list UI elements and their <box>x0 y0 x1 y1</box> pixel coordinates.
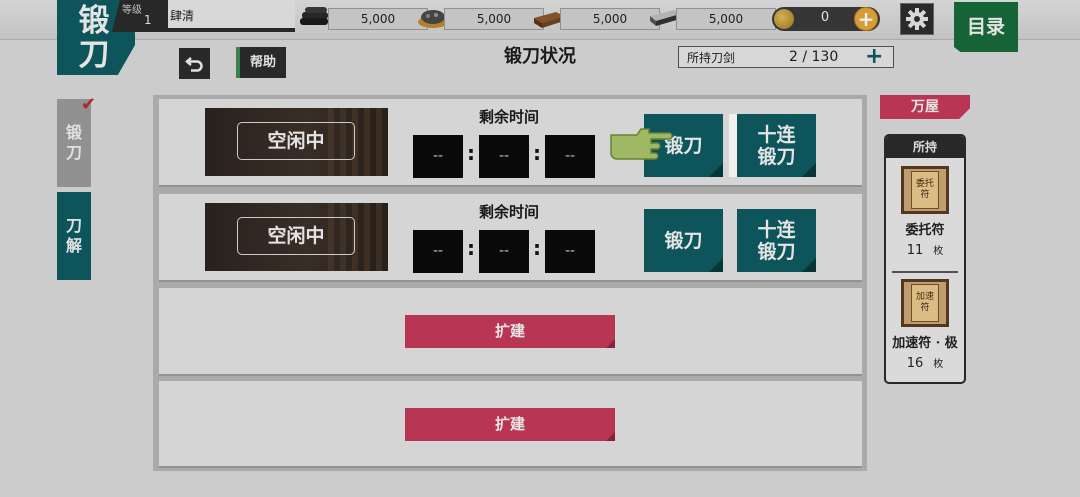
forge-button[interactable]: 锻刀 <box>644 209 723 272</box>
resource-charcoal-value: 5,000 <box>360 12 396 26</box>
slot-status: 空闲中 <box>237 122 355 160</box>
screen-title: 锻刀 <box>78 2 110 73</box>
item-name: 委托符 <box>905 223 945 238</box>
timer-seconds: -- <box>545 135 595 178</box>
speedup-charm-icon: 加速符 <box>901 279 949 327</box>
slot-status: 空闲中 <box>237 217 355 255</box>
item-count-unit: 枚 <box>933 359 944 370</box>
forge-slots-panel: 空闲中 剩余时间 -- : -- : -- 锻刀 十连锻刀 空闲中 剩余时间 -… <box>153 95 867 471</box>
tab-dismantle[interactable]: 刀解 <box>57 192 91 280</box>
tab-dismantle-label: 刀解 <box>65 216 82 255</box>
item-count-value: 11 <box>906 243 924 258</box>
remaining-time-label: 剩余时间 <box>478 108 539 126</box>
timer-separator: : <box>467 141 475 165</box>
remaining-time-label: 剩余时间 <box>478 203 539 221</box>
timer-hours: -- <box>413 230 463 273</box>
exp-bar <box>150 28 295 32</box>
forge-slot: 空闲中 剩余时间 -- : -- : -- 锻刀 十连锻刀 <box>159 99 862 187</box>
resource-charcoal: 5,000 <box>328 8 428 30</box>
help-button[interactable]: 帮助 <box>236 47 286 78</box>
tab-forge-label: 锻刀 <box>65 123 82 162</box>
owned-swords-value: 2 / 130 <box>789 49 839 65</box>
locked-forge-slot: 扩建 <box>159 288 862 376</box>
resource-tamahagane-value: 5,000 <box>476 12 512 26</box>
forge-ten-button-label: 十连锻刀 <box>757 218 796 263</box>
inventory-item: 委托符 委托符 11 枚 <box>886 166 964 258</box>
forge-ten-button[interactable]: 十连锻刀 <box>737 114 816 177</box>
item-count: 16 枚 <box>886 355 964 371</box>
timer-minutes: -- <box>479 135 529 178</box>
menu-button[interactable]: 目录 <box>954 2 1018 52</box>
resource-whetstone: 5,000 <box>676 8 776 30</box>
item-count-unit: 枚 <box>933 246 944 257</box>
expand-slot-button[interactable]: 扩建 <box>405 408 615 441</box>
resource-cooling-material: 5,000 <box>560 8 660 30</box>
owned-swords-label: 所持刀剑 <box>687 51 736 65</box>
inventory-header: 所持 <box>886 136 964 158</box>
gear-icon <box>906 8 928 30</box>
coin-icon <box>774 9 794 29</box>
token-text: 委托符 <box>911 171 939 209</box>
item-name: 加速符 · 极 <box>892 336 958 351</box>
timer-separator: : <box>533 236 541 260</box>
resource-cooling-material-value: 5,000 <box>592 12 628 26</box>
settings-button[interactable] <box>900 3 934 35</box>
checkmark-icon: ✔ <box>81 94 97 115</box>
page-title: 锻刀状况 <box>504 46 576 67</box>
shop-button[interactable]: 万屋 <box>880 95 970 119</box>
back-button[interactable] <box>179 48 210 79</box>
level-value: 1 <box>144 13 152 27</box>
owned-swords-counter: 所持刀剑 2 / 130 + <box>678 44 894 69</box>
resource-tamahagane: 5,000 <box>444 8 544 30</box>
timer-seconds: -- <box>545 230 595 273</box>
timer-separator: : <box>533 141 541 165</box>
item-count: 11 枚 <box>886 242 964 258</box>
forge-button-label: 锻刀 <box>664 229 703 252</box>
expand-slot-button[interactable]: 扩建 <box>405 315 615 348</box>
inventory-panel: 所持 委托符 委托符 11 枚 加速符 加速符 · 极 16 枚 <box>884 134 966 384</box>
inventory-item: 加速符 加速符 · 极 16 枚 <box>886 279 964 371</box>
resource-whetstone-value: 5,000 <box>708 12 744 26</box>
locked-forge-slot: 扩建 <box>159 381 862 468</box>
forge-slot-image: 空闲中 <box>205 203 388 271</box>
token-text: 加速符 <box>911 284 939 322</box>
pointing-hand-icon <box>610 128 673 160</box>
commission-charm-icon: 委托符 <box>901 166 949 214</box>
forge-ten-button[interactable]: 十连锻刀 <box>737 209 816 272</box>
forge-slot-image: 空闲中 <box>205 108 388 176</box>
level-label: 等级 <box>122 5 142 16</box>
timer-hours: -- <box>413 135 463 178</box>
add-coin-button[interactable]: + <box>854 7 878 31</box>
forge-ten-button-label: 十连锻刀 <box>757 123 796 168</box>
timer-separator: : <box>467 236 475 260</box>
item-count-value: 16 <box>906 356 924 371</box>
forge-slot: 空闲中 剩余时间 -- : -- : -- 锻刀 十连锻刀 <box>159 194 862 282</box>
timer-minutes: -- <box>479 230 529 273</box>
coin-value: 0 <box>820 10 830 25</box>
level-badge: 等级 1 <box>112 0 168 32</box>
coin-counter: 0 + <box>772 7 880 31</box>
player-name: 肆清 <box>170 9 195 23</box>
back-arrow-icon <box>184 56 203 72</box>
inventory-divider <box>892 271 958 273</box>
expand-capacity-button[interactable]: + <box>865 44 883 69</box>
